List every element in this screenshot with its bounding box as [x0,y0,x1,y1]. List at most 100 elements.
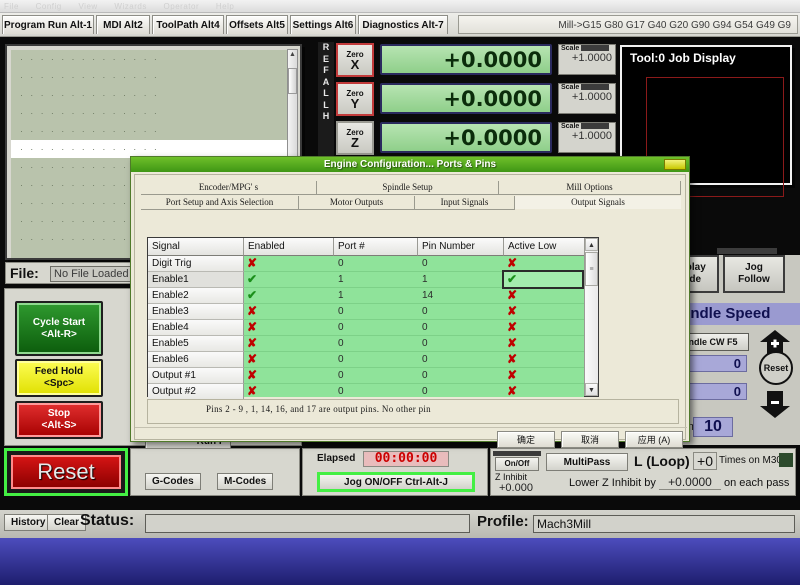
gcode-line[interactable]: · · · · · · · · · · · · · · [11,50,295,68]
cell-active-low[interactable]: ✘ [504,352,584,368]
scale-x-value[interactable]: +1.0000 [559,52,615,64]
tab-program-run[interactable]: Program Run Alt-1 [2,15,94,34]
cell-pin[interactable]: 0 [418,320,504,336]
os-menu-bar[interactable]: File Config View Wizards Operator Help [0,0,800,13]
multipass-button[interactable]: MultiPass [546,453,628,471]
cell-enabled[interactable]: ✘ [244,336,334,352]
grid-scroll-down-icon[interactable]: ▼ [585,383,598,396]
menu-item-file[interactable]: File [4,2,19,11]
grid-scrollbar[interactable]: ▲ ≡ ▼ [584,238,598,396]
stop-button[interactable]: Stop <Alt-S> [15,401,103,439]
dialog-tab-mill-options[interactable]: Mill Options [499,181,681,194]
gcode-line[interactable]: · · · · · · · · · · · · · · [11,104,295,122]
cell-pin[interactable]: 14 [418,288,504,304]
gcode-line[interactable]: · · · · · · · · · · · · · · [11,122,295,140]
zero-x-button[interactable]: Zero X [336,43,374,77]
grid-header-active-low[interactable]: Active Low [504,238,584,256]
tab-mdi[interactable]: MDI Alt2 [96,15,150,34]
ok-button[interactable]: 确定 [497,431,555,448]
jog-follow-button[interactable]: Jog Follow [723,255,785,293]
z-inhibit-onoff-button[interactable]: On/Off [495,457,539,471]
cell-active-low[interactable]: ✘ [504,336,584,352]
cell-pin[interactable]: 0 [418,368,504,384]
cell-enabled[interactable]: ✘ [244,352,334,368]
cell-pin[interactable]: 0 [418,336,504,352]
spindle-decrease-icon[interactable] [757,389,793,419]
menu-item-help[interactable]: Help [216,2,234,11]
grid-scrollbar-thumb[interactable]: ≡ [585,252,598,286]
gcode-line[interactable]: · · · · · · · · · · · · · · [11,68,295,86]
gcode-line[interactable]: · · · · · · · · · · · · · · [11,86,295,104]
profile-name-field[interactable]: Mach3Mill [533,515,795,533]
tab-offsets[interactable]: Offsets Alt5 [226,15,288,34]
dro-y-value[interactable]: +0.0000 [380,83,552,114]
cell-pin[interactable]: 0 [418,352,504,368]
cell-enabled[interactable]: ✘ [244,304,334,320]
cell-enabled[interactable]: ✘ [244,320,334,336]
grid-header-port[interactable]: Port # [334,238,418,256]
scrollbar-thumb[interactable] [288,68,297,94]
dro-x-value[interactable]: +0.0000 [380,44,552,75]
jog-onoff-button[interactable]: Jog ON/OFF Ctrl-Alt-J [317,472,475,492]
status-message-field[interactable] [145,514,470,533]
spindle-reset-button[interactable]: Reset [759,351,793,385]
dro-z-value[interactable]: +0.0000 [380,122,552,153]
cell-port[interactable]: 0 [334,304,418,320]
dialog-tab-motor-outputs[interactable]: Motor Outputs [299,196,415,209]
tab-settings[interactable]: Settings Alt6 [290,15,356,34]
zero-z-button[interactable]: Zero Z [336,121,374,155]
cell-enabled[interactable]: ✘ [244,256,334,272]
zero-y-button[interactable]: Zero Y [336,82,374,116]
cell-port[interactable]: 0 [334,336,418,352]
cell-port[interactable]: 0 [334,368,418,384]
grid-row-label[interactable]: Digit Trig [148,256,244,272]
cell-pin[interactable]: 1 [418,272,504,288]
z-inhibit-value[interactable]: +0.000 [499,482,549,494]
cell-enabled[interactable]: ✘ [244,368,334,384]
cell-active-low-selected[interactable]: ✔ [502,270,584,289]
ref-all-home-label[interactable]: REFALLH [318,42,334,158]
menu-item-view[interactable]: View [78,2,97,11]
dialog-tab-input-signals[interactable]: Input Signals [415,196,515,209]
scale-z-value[interactable]: +1.0000 [559,130,615,142]
cell-pin[interactable]: 0 [418,384,504,400]
cell-active-low[interactable]: ✘ [504,320,584,336]
feed-hold-button[interactable]: Feed Hold <Spc> [15,359,103,397]
tab-diagnostics[interactable]: Diagnostics Alt-7 [358,15,448,34]
cell-port[interactable]: 1 [334,272,418,288]
cell-port[interactable]: 0 [334,384,418,400]
cancel-button[interactable]: 取消 [561,431,619,448]
g-codes-button[interactable]: G-Codes [145,473,201,490]
cell-active-low[interactable]: ✘ [504,384,584,400]
grid-row-label[interactable]: Enable2 [148,288,244,304]
m-codes-button[interactable]: M-Codes [217,473,274,490]
menu-item-config[interactable]: Config [36,2,62,11]
grid-row-label[interactable]: Output #2 [148,384,244,400]
cell-port[interactable]: 1 [334,288,418,304]
reset-button-wrap[interactable]: Reset [4,448,128,496]
dialog-tab-spindle-setup[interactable]: Spindle Setup [317,181,499,194]
loop-value[interactable]: +0 [693,452,717,470]
cell-port[interactable]: 0 [334,352,418,368]
cell-active-low[interactable]: ✘ [504,304,584,320]
grid-row-label[interactable]: Enable3 [148,304,244,320]
lower-z-inhibit-value[interactable]: +0.0000 [659,475,721,490]
scale-y-value[interactable]: +1.0000 [559,91,615,103]
grid-row-label[interactable]: Enable1 [148,272,244,288]
cell-enabled[interactable]: ✘ [244,384,334,400]
apply-button[interactable]: 应用 (A) [625,431,683,448]
cell-enabled[interactable]: ✔ [244,272,334,288]
cell-active-low[interactable]: ✘ [504,368,584,384]
percent-value[interactable]: 10 [693,417,733,437]
dialog-tab-output-signals[interactable]: Output Signals [515,196,681,209]
cell-pin[interactable]: 0 [418,256,504,272]
grid-row-label[interactable]: Enable6 [148,352,244,368]
cycle-start-button[interactable]: Cycle Start <Alt-R> [15,301,103,356]
dialog-minimize-button[interactable] [664,159,686,170]
grid-row-label[interactable]: Output #1 [148,368,244,384]
cell-pin[interactable]: 0 [418,304,504,320]
dialog-tab-encoder-mpg[interactable]: Encoder/MPG' s [141,181,317,194]
grid-header-enabled[interactable]: Enabled [244,238,334,256]
dialog-tab-port-setup[interactable]: Port Setup and Axis Selection [141,196,299,209]
history-button[interactable]: History [4,514,53,531]
